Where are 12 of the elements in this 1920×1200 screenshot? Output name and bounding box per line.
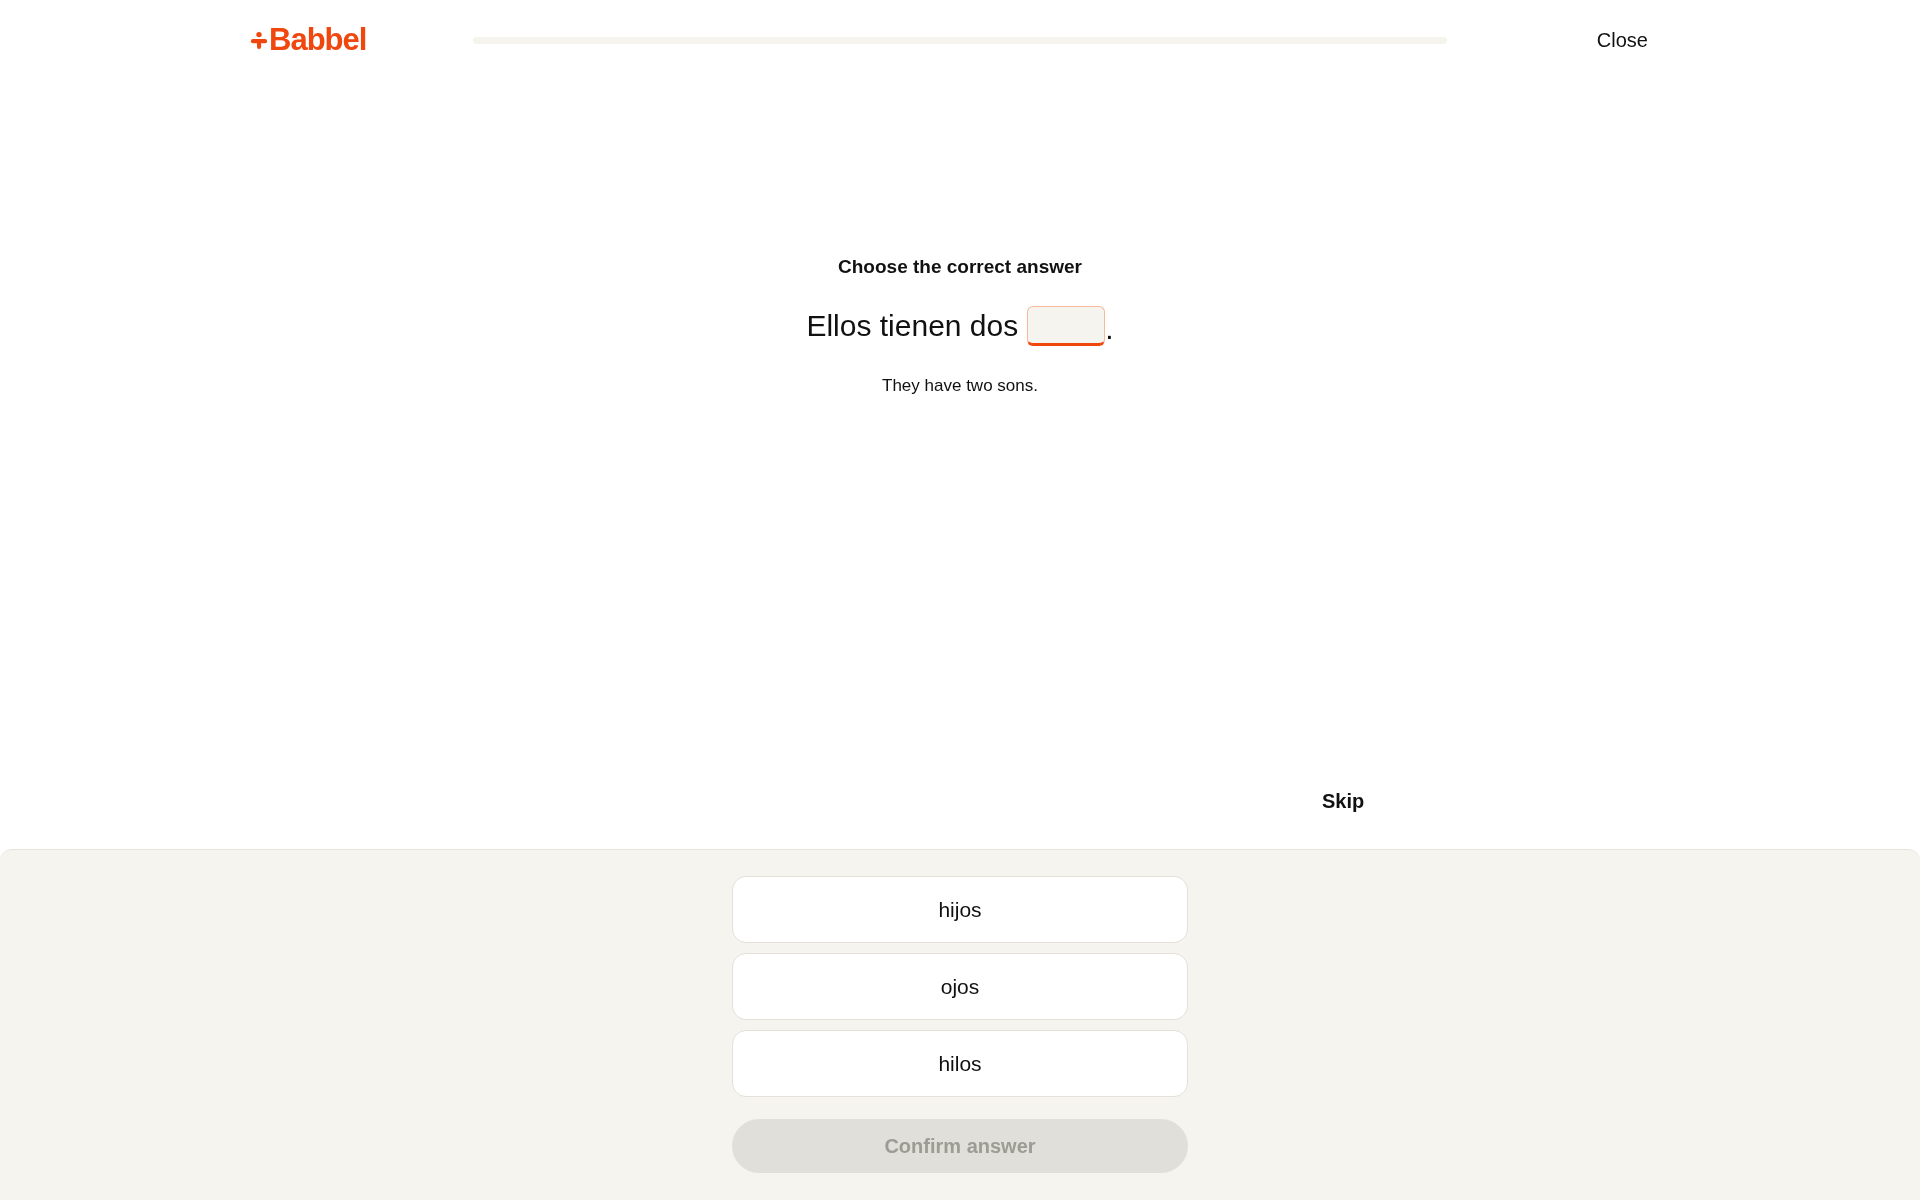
answer-option[interactable]: hijos xyxy=(732,876,1188,943)
sentence-period: . xyxy=(1105,312,1114,346)
skip-link[interactable]: Skip xyxy=(1322,790,1365,813)
answer-option[interactable]: hilos xyxy=(732,1030,1188,1097)
translation: They have two sons. xyxy=(882,376,1038,396)
instruction: Choose the correct answer xyxy=(838,256,1082,278)
answer-blank[interactable] xyxy=(1027,306,1106,346)
sentence-text: Ellos tienen dos xyxy=(806,309,1019,343)
close-link[interactable]: Close xyxy=(1596,28,1648,52)
plus-icon xyxy=(250,30,268,50)
logo-text: Babbel xyxy=(269,22,367,58)
answer-option[interactable]: ojos xyxy=(732,953,1188,1020)
